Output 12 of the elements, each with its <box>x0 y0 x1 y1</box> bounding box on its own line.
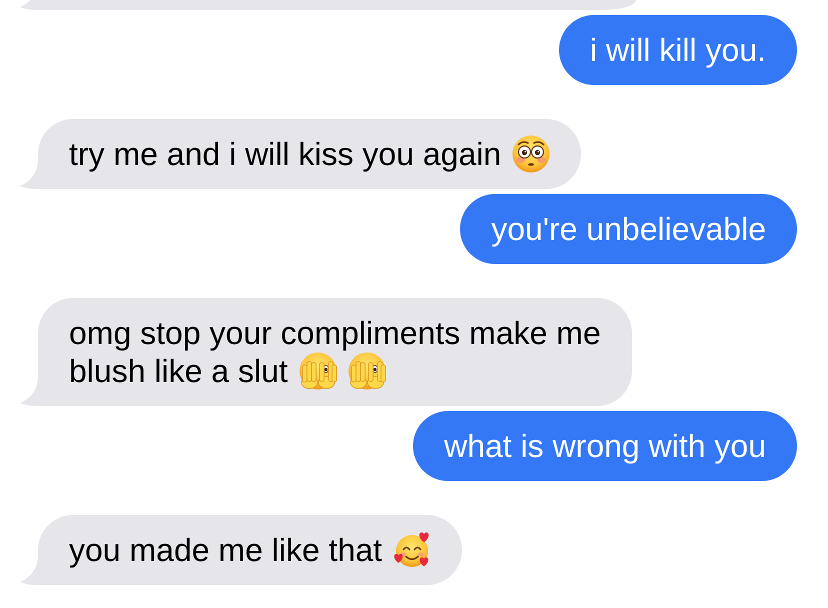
peeking-face-icon <box>298 352 337 390</box>
message-text: i will kill you. <box>590 32 766 68</box>
message-text: omg stop your compliments make me <box>69 315 601 351</box>
bubble-tail-icon <box>18 0 38 10</box>
flushed-face-icon <box>512 135 550 173</box>
message-text: you're unbelievable <box>491 211 766 247</box>
message-text: try me and i will kiss you again <box>69 136 502 172</box>
message-text: what is wrong with you <box>444 428 766 464</box>
smiling-face-with-hearts-icon <box>393 531 432 569</box>
message-text: you made me like that <box>69 532 382 568</box>
message-text: blush like a slut <box>69 353 288 389</box>
peeking-face-icon <box>348 352 386 390</box>
